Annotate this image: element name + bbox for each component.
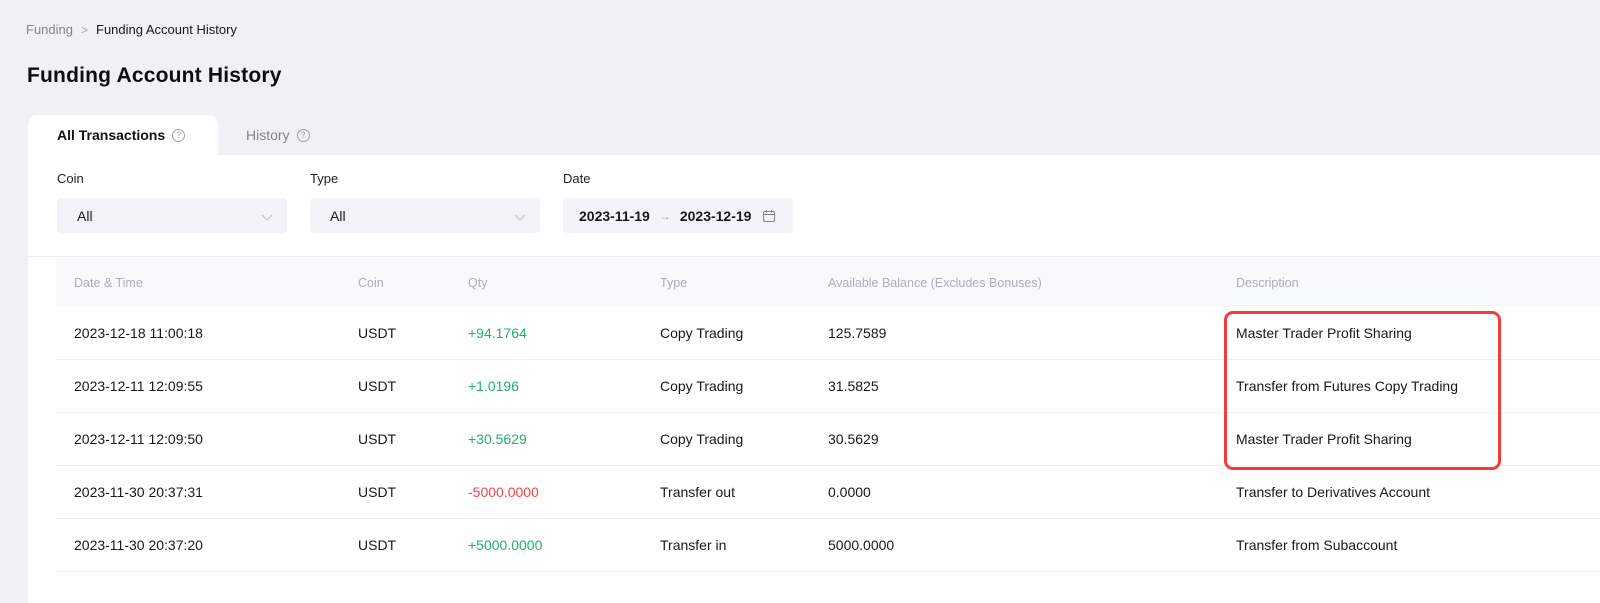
chevron-down-icon	[514, 208, 526, 224]
cell-datetime: 2023-12-11 12:09:50	[56, 431, 340, 447]
cell-type: Copy Trading	[642, 325, 810, 341]
divider	[28, 256, 1600, 257]
type-filter-group: Type All	[310, 171, 540, 233]
help-icon[interactable]	[297, 129, 310, 142]
cell-balance: 5000.0000	[810, 537, 1218, 553]
cell-qty: +5000.0000	[450, 537, 642, 553]
table-row: 2023-11-30 20:37:20 USDT +5000.0000 Tran…	[56, 519, 1600, 572]
breadcrumb-separator-icon: >	[81, 23, 88, 37]
tab-all-transactions[interactable]: All Transactions	[28, 115, 218, 155]
coin-filter-label: Coin	[57, 171, 287, 186]
table-row: 2023-12-18 11:00:18 USDT +94.1764 Copy T…	[56, 307, 1600, 360]
date-filter-label: Date	[563, 171, 793, 186]
cell-datetime: 2023-12-11 12:09:55	[56, 378, 340, 394]
type-filter-value: All	[330, 208, 514, 224]
cell-description: Master Trader Profit Sharing	[1218, 325, 1600, 341]
cell-coin: USDT	[340, 378, 450, 394]
column-header-coin: Coin	[340, 276, 450, 290]
column-header-description: Description	[1218, 276, 1600, 290]
date-range-start: 2023-11-19	[579, 208, 650, 224]
cell-coin: USDT	[340, 484, 450, 500]
table-row: 2023-12-11 12:09:55 USDT +1.0196 Copy Tr…	[56, 360, 1600, 413]
column-header-balance: Available Balance (Excludes Bonuses)	[810, 276, 1218, 290]
cell-description: Transfer from Subaccount	[1218, 537, 1600, 553]
chevron-down-icon	[261, 208, 273, 224]
coin-filter-value: All	[77, 208, 261, 224]
cell-description: Transfer from Futures Copy Trading	[1218, 378, 1600, 394]
date-range-picker[interactable]: 2023-11-19 → 2023-12-19	[563, 198, 793, 233]
column-header-qty: Qty	[450, 276, 642, 290]
calendar-icon	[762, 209, 776, 223]
cell-datetime: 2023-12-18 11:00:18	[56, 325, 340, 341]
cell-qty: +30.5629	[450, 431, 642, 447]
column-header-datetime: Date & Time	[56, 276, 340, 290]
column-header-type: Type	[642, 276, 810, 290]
table-header-row: Date & Time Coin Qty Type Available Bala…	[56, 258, 1600, 307]
cell-description: Master Trader Profit Sharing	[1218, 431, 1600, 447]
cell-type: Copy Trading	[642, 431, 810, 447]
date-filter-group: Date 2023-11-19 → 2023-12-19	[563, 171, 793, 233]
tab-history-label: History	[246, 127, 290, 143]
cell-datetime: 2023-11-30 20:37:31	[56, 484, 340, 500]
type-filter-label: Type	[310, 171, 540, 186]
breadcrumb-funding-link[interactable]: Funding	[26, 22, 73, 37]
cell-datetime: 2023-11-30 20:37:20	[56, 537, 340, 553]
page-title: Funding Account History	[27, 64, 282, 88]
tab-all-transactions-label: All Transactions	[57, 127, 165, 143]
tab-history[interactable]: History	[246, 115, 310, 155]
cell-qty: +1.0196	[450, 378, 642, 394]
transactions-table: Date & Time Coin Qty Type Available Bala…	[56, 258, 1600, 572]
cell-coin: USDT	[340, 537, 450, 553]
coin-filter-group: Coin All	[57, 171, 287, 233]
table-row: 2023-11-30 20:37:31 USDT -5000.0000 Tran…	[56, 466, 1600, 519]
cell-type: Copy Trading	[642, 378, 810, 394]
cell-description: Transfer to Derivatives Account	[1218, 484, 1600, 500]
cell-balance: 30.5629	[810, 431, 1218, 447]
breadcrumb-current: Funding Account History	[96, 22, 237, 37]
table-row: 2023-12-11 12:09:50 USDT +30.5629 Copy T…	[56, 413, 1600, 466]
cell-type: Transfer out	[642, 484, 810, 500]
cell-balance: 31.5825	[810, 378, 1218, 394]
cell-coin: USDT	[340, 431, 450, 447]
cell-balance: 125.7589	[810, 325, 1218, 341]
date-range-end: 2023-12-19	[680, 208, 752, 224]
help-icon[interactable]	[172, 129, 185, 142]
arrow-right-icon: →	[659, 209, 671, 223]
type-filter-dropdown[interactable]: All	[310, 198, 540, 233]
cell-qty: +94.1764	[450, 325, 642, 341]
cell-type: Transfer in	[642, 537, 810, 553]
coin-filter-dropdown[interactable]: All	[57, 198, 287, 233]
content-card: Coin All Type All Date 2023-11-19 → 2023…	[28, 155, 1600, 603]
breadcrumb: Funding > Funding Account History	[26, 22, 237, 37]
cell-coin: USDT	[340, 325, 450, 341]
cell-qty: -5000.0000	[450, 484, 642, 500]
cell-balance: 0.0000	[810, 484, 1218, 500]
